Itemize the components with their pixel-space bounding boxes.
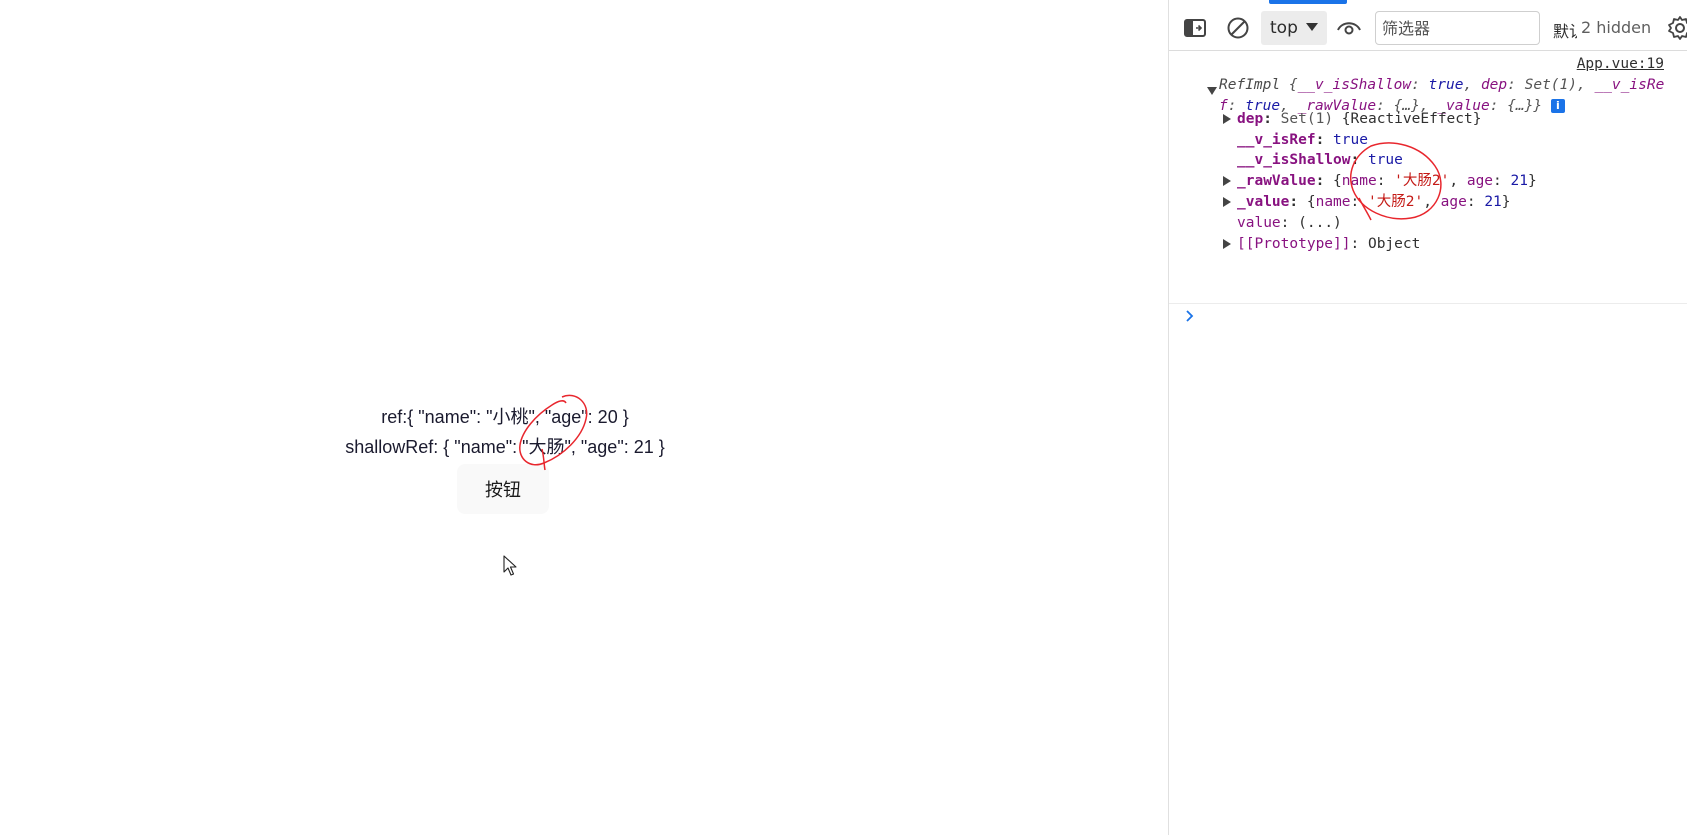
log-levels-select[interactable]: 默认级别 xyxy=(1553,18,1577,42)
annotation-scribble-console xyxy=(1350,142,1442,221)
property-value: {ReactiveEffect} xyxy=(1341,111,1482,127)
devtools-panel: top 默认级别 2 hidden App.vue:19 RefImpl {__… xyxy=(1168,0,1687,835)
summary-key: dep xyxy=(1480,77,1508,93)
context-value: top xyxy=(1270,18,1298,38)
summary-key: __v_isShallow xyxy=(1297,77,1412,93)
shallow-ref-display: shallowRef: { "name": "大肠", "age": 21 } xyxy=(345,437,665,457)
property-key: __v_isShallow xyxy=(1237,152,1351,168)
property-subvalue: 21 xyxy=(1510,173,1528,189)
clear-console-icon[interactable] xyxy=(1225,15,1251,41)
property-meta: Set(1) xyxy=(1280,111,1334,127)
expand-caret-icon[interactable] xyxy=(1223,197,1231,207)
expand-caret-icon[interactable] xyxy=(1223,114,1231,124)
property-key: dep xyxy=(1237,111,1264,127)
console-prompt-chevron-icon[interactable] xyxy=(1185,309,1195,323)
hidden-messages-count: 2 hidden xyxy=(1581,18,1652,37)
show-sidebar-icon[interactable] xyxy=(1182,15,1208,41)
console-toolbar: top 默认级别 2 hidden xyxy=(1169,4,1687,51)
console-settings-gear-icon[interactable] xyxy=(1667,15,1687,41)
info-badge-icon[interactable]: i xyxy=(1550,99,1565,113)
console-filter-input[interactable] xyxy=(1375,11,1540,45)
summary-value: Set(1) xyxy=(1524,77,1577,93)
property-value[interactable]: (...) xyxy=(1298,215,1342,231)
expand-caret-icon[interactable] xyxy=(1207,87,1217,95)
property-key: _rawValue xyxy=(1237,173,1316,189)
summary-value: true xyxy=(1428,77,1464,93)
class-name: RefImpl xyxy=(1219,77,1281,93)
property-key: value xyxy=(1237,215,1281,231)
dropdown-caret-icon xyxy=(1306,23,1318,31)
property-key: __v_isRef xyxy=(1237,132,1316,148)
property-key: _value xyxy=(1237,194,1290,210)
ref-display: ref:{ "name": "小桃", "age": 20 } xyxy=(381,407,629,427)
summary-value: {…} xyxy=(1507,98,1534,114)
javascript-context-select[interactable]: top xyxy=(1261,11,1327,45)
property-value: Object xyxy=(1367,236,1421,252)
expand-caret-icon[interactable] xyxy=(1223,239,1231,249)
mouse-cursor-icon xyxy=(503,555,517,576)
property-subvalue: 21 xyxy=(1484,194,1502,210)
expand-caret-icon[interactable] xyxy=(1223,176,1231,186)
console-divider xyxy=(1169,303,1687,304)
app-viewport: ref:{ "name": "小桃", "age": 20 } shallowR… xyxy=(0,0,1168,835)
live-expression-eye-icon[interactable] xyxy=(1336,15,1362,41)
action-button[interactable]: 按钮 xyxy=(457,464,549,514)
log-source-link[interactable]: App.vue:19 xyxy=(1577,56,1664,72)
annotation-scribble-app xyxy=(519,394,588,471)
property-subkey: age xyxy=(1466,173,1494,189)
property-key: [[Prototype]] xyxy=(1237,236,1351,252)
